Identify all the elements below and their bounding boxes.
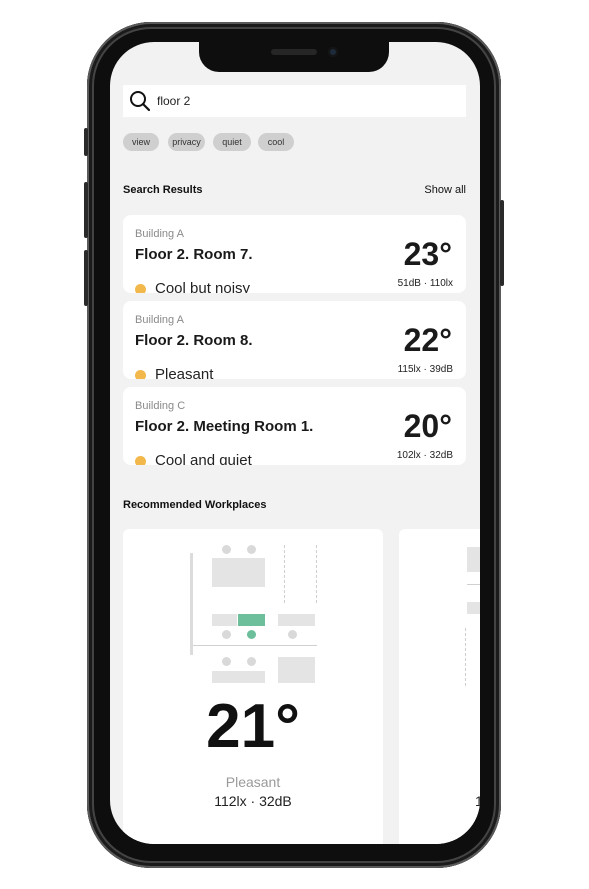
chair xyxy=(247,657,256,666)
front-camera xyxy=(328,47,338,57)
chair xyxy=(222,545,231,554)
room-stats: 102lx · 32dB xyxy=(396,450,453,461)
result-card[interactable]: Building C Floor 2. Meeting Room 1. 20° … xyxy=(123,387,466,465)
recommended-temperature: 21° xyxy=(206,692,300,761)
notch xyxy=(199,42,389,72)
partition xyxy=(316,545,317,603)
floor-plan-wall xyxy=(467,584,480,585)
selected-desk[interactable] xyxy=(238,614,265,626)
chair xyxy=(247,545,256,554)
mute-switch xyxy=(84,128,88,156)
recommended-stats-peek: 1 xyxy=(475,793,480,809)
search-input[interactable] xyxy=(157,94,437,108)
partition xyxy=(284,545,285,603)
room-stats: 115lx · 39dB xyxy=(397,364,453,375)
speaker xyxy=(271,49,317,55)
selected-chair[interactable] xyxy=(247,630,256,639)
room-stats: 51dB · 110lx xyxy=(397,278,453,289)
chip-privacy[interactable]: privacy xyxy=(168,133,205,151)
partition xyxy=(465,628,466,686)
building-label: Building C xyxy=(135,400,186,412)
desk xyxy=(467,547,480,572)
result-card[interactable]: Building A Floor 2. Room 7. 23° 51dB · 1… xyxy=(123,215,466,293)
result-card[interactable]: Building A Floor 2. Room 8. 22° 115lx · … xyxy=(123,301,466,379)
chair xyxy=(288,630,297,639)
floor-plan-wall xyxy=(193,645,317,646)
status-dot xyxy=(135,456,146,465)
chair xyxy=(222,657,231,666)
recommended-stats: 112lx · 32dB xyxy=(214,793,292,809)
volume-up-button xyxy=(84,182,88,238)
recommended-status: Pleasant xyxy=(225,774,281,790)
status-dot xyxy=(135,370,146,379)
recommended-card[interactable]: 21° Pleasant 112lx · 32dB xyxy=(123,529,383,844)
desk xyxy=(278,657,315,683)
temperature: 23° xyxy=(403,236,452,272)
temperature: 20° xyxy=(403,408,452,444)
search-results-title: Search Results xyxy=(123,184,203,196)
building-label: Building A xyxy=(135,314,184,326)
temperature: 22° xyxy=(403,322,452,358)
desk xyxy=(212,671,265,683)
desk xyxy=(212,558,265,587)
desk xyxy=(278,614,315,626)
desk xyxy=(212,614,237,626)
status-text: Cool and quiet xyxy=(155,452,252,465)
status-text: Pleasant xyxy=(155,366,214,379)
status-dot xyxy=(135,284,146,293)
chair xyxy=(222,630,231,639)
show-all-link[interactable]: Show all xyxy=(424,184,466,196)
room-name: Floor 2. Meeting Room 1. xyxy=(135,418,314,435)
floor-plan-wall xyxy=(190,553,193,655)
room-name: Floor 2. Room 8. xyxy=(135,332,253,349)
desk xyxy=(467,602,480,614)
chip-quiet[interactable]: quiet xyxy=(213,133,251,151)
building-label: Building A xyxy=(135,228,184,240)
chip-cool[interactable]: cool xyxy=(258,133,294,151)
status-text: Cool but noisy xyxy=(155,280,251,293)
recommended-card-peek[interactable]: 1 xyxy=(399,529,480,844)
recommended-title: Recommended Workplaces xyxy=(123,499,267,511)
chip-view[interactable]: view xyxy=(123,133,159,151)
power-button xyxy=(500,200,504,286)
search-icon xyxy=(130,91,151,112)
volume-down-button xyxy=(84,250,88,306)
room-name: Floor 2. Room 7. xyxy=(135,246,253,263)
search-bar[interactable] xyxy=(123,85,466,117)
phone-screen: view privacy quiet cool Search Results S… xyxy=(110,42,480,844)
